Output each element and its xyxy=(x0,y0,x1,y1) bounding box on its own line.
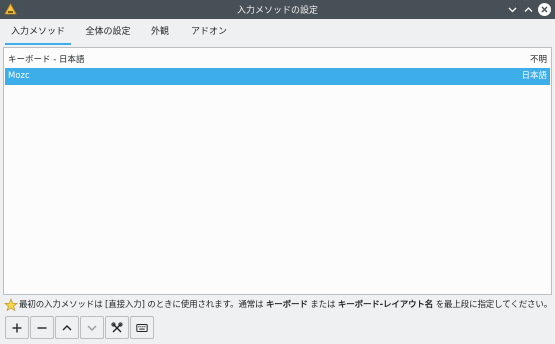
move-up-icon xyxy=(62,324,72,330)
hint-bold-2: キーボード-レイアウト名 xyxy=(337,300,434,310)
window-title: 入力メソッドの設定 xyxy=(236,6,318,16)
list-item-selected[interactable]: Mozc 日本語 xyxy=(5,68,550,85)
minimize-icon[interactable] xyxy=(505,2,520,17)
title-bar: 入力メソッドの設定 xyxy=(0,0,555,19)
configure-icon xyxy=(111,321,123,332)
close-icon[interactable] xyxy=(537,2,552,17)
add-icon xyxy=(12,323,22,332)
move-up-button[interactable] xyxy=(55,316,79,339)
list-item-name: Mozc xyxy=(8,71,30,81)
keyboard-layout-button[interactable] xyxy=(130,316,154,339)
move-down-icon xyxy=(87,325,97,331)
maximize-icon[interactable] xyxy=(521,2,536,17)
tab-addons[interactable]: アドオン xyxy=(186,19,232,46)
input-method-list[interactable]: キーボード - 日本語 不明 Mozc 日本語 xyxy=(3,47,552,295)
keyboard-layout-icon xyxy=(136,323,148,332)
list-item-language: 不明 xyxy=(529,55,547,65)
remove-button[interactable] xyxy=(30,316,54,339)
add-button[interactable] xyxy=(5,316,29,339)
list-item[interactable]: キーボード - 日本語 不明 xyxy=(5,52,550,69)
hint-text: 最初の入力メソッドは [直接入力] のときに使用されます。通常は キーボード ま… xyxy=(4,297,553,313)
configure-button[interactable] xyxy=(105,316,129,339)
list-item-name: キーボード - 日本語 xyxy=(8,55,85,65)
remove-icon xyxy=(37,326,47,329)
star-icon xyxy=(4,298,18,312)
tab-bar: 入力メソッド 全体の設定 外観 アドオン xyxy=(0,19,555,46)
tab-global-settings[interactable]: 全体の設定 xyxy=(80,19,136,46)
move-down-button[interactable] xyxy=(80,316,104,339)
hint-part-2: または xyxy=(310,300,336,310)
tab-input-method[interactable]: 入力メソッド xyxy=(5,19,71,46)
list-item-language: 日本語 xyxy=(521,71,547,81)
hint-bold-1: キーボード xyxy=(265,300,308,310)
hint-part-3: を最上段に指定してください。 xyxy=(435,300,553,310)
tab-appearance[interactable]: 外観 xyxy=(144,19,176,46)
hint-part-1: 最初の入力メソッドは [直接入力] のときに使用されます。通常は xyxy=(19,300,264,310)
